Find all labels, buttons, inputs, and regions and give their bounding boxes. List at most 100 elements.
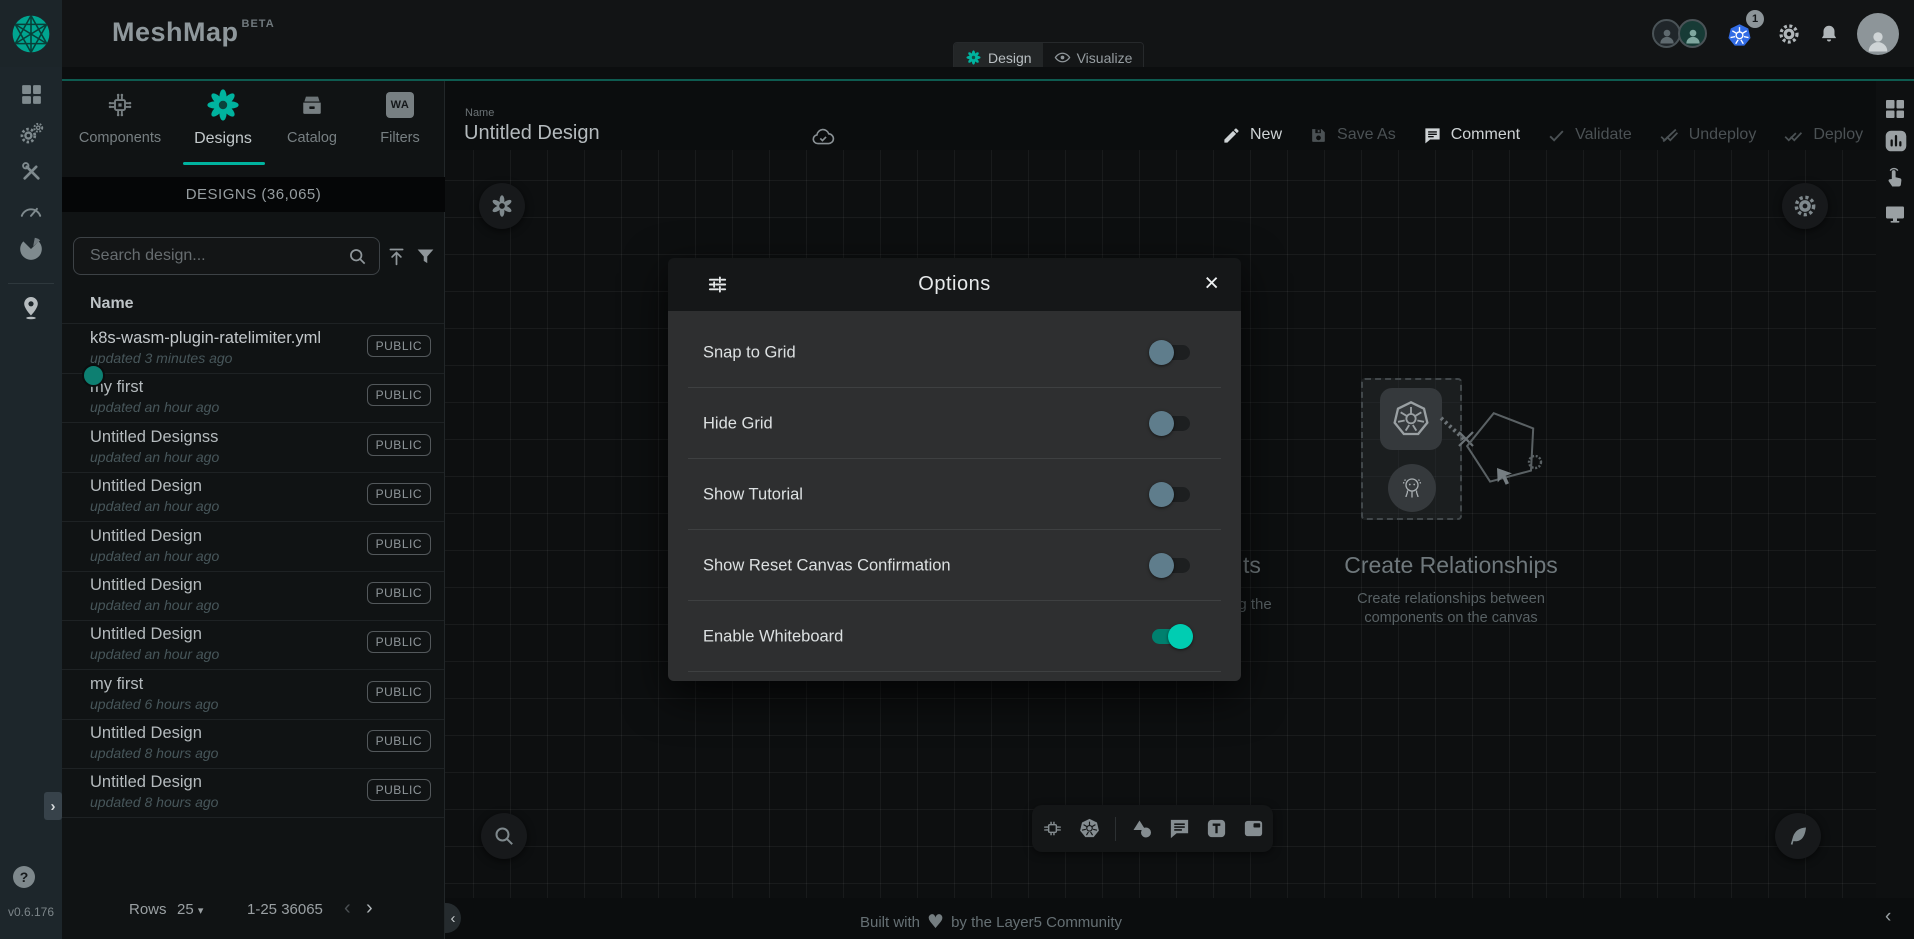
search-icon (347, 246, 368, 267)
design-name-input[interactable] (464, 122, 808, 152)
kubernetes-context-button[interactable]: 1 (1726, 16, 1760, 52)
hide-grid-toggle[interactable] (1152, 416, 1190, 431)
app-title: MeshMapBETA (112, 17, 275, 48)
table-row[interactable]: Untitled Design updated 8 hours ago PUBL… (62, 719, 444, 769)
top-header: MeshMapBETA Design Visualize (0, 0, 1914, 67)
panel-tab-designs[interactable]: Designs (176, 88, 270, 148)
table-row[interactable]: my first updated an hour ago PUBLIC (62, 373, 444, 423)
table-row[interactable]: k8s-wasm-plugin-ratelimiter.yml updated … (62, 324, 444, 374)
table-row[interactable]: Untitled Design updated an hour ago PUBL… (62, 522, 444, 572)
expand-right-handle[interactable]: ‹ (1885, 906, 1891, 928)
table-row[interactable]: Untitled Designss updated an hour ago PU… (62, 423, 444, 473)
sidebar-item-lifecycle[interactable] (0, 120, 62, 147)
dock-display-icon[interactable] (1883, 202, 1907, 226)
design-name: Untitled Design (90, 576, 202, 595)
canvas-zoom-button[interactable] (481, 813, 527, 859)
meshmap-app: MeshMapBETA Design Visualize (0, 0, 1914, 939)
design-name: my first (90, 675, 143, 694)
option-row: Enable Whiteboard (668, 601, 1241, 672)
prev-page-button[interactable]: ‹ (344, 897, 351, 920)
dock-chart-icon[interactable] (1883, 128, 1909, 154)
design-updated: updated an hour ago (90, 399, 219, 415)
active-tab-underline (183, 162, 265, 165)
help-button[interactable]: ? (13, 866, 35, 888)
notification-bell-icon[interactable] (1818, 23, 1840, 45)
search-input[interactable] (73, 237, 380, 275)
sidebar-item-performance[interactable] (0, 198, 62, 224)
sidebar-item-meshmap[interactable] (0, 295, 62, 321)
gear-icon (1792, 193, 1818, 219)
show-tutorial-toggle[interactable] (1152, 487, 1190, 502)
shapes-tool-icon[interactable] (1130, 817, 1154, 841)
user-avatar[interactable] (1857, 13, 1899, 55)
action-label: Comment (1451, 126, 1520, 144)
version-label: v0.6.176 (0, 905, 62, 919)
table-row[interactable]: Untitled Design updated an hour ago PUBL… (62, 571, 444, 621)
action-label: Validate (1575, 126, 1632, 144)
snap-to-grid-toggle[interactable] (1152, 345, 1190, 360)
column-header-name: Name (90, 295, 134, 313)
design-updated: updated an hour ago (90, 646, 219, 662)
panel-tab-filters[interactable]: WA Filters (353, 88, 447, 146)
tab-design-label: Design (988, 50, 1032, 66)
sidebar-item-extensions[interactable] (0, 236, 62, 262)
dock-touch-icon[interactable] (1883, 165, 1907, 189)
components-icon (73, 88, 167, 122)
check-icon (1547, 126, 1566, 145)
save-as-button[interactable]: Save As (1309, 126, 1396, 145)
table-row[interactable]: Untitled Design updated an hour ago PUBL… (62, 472, 444, 522)
avatar[interactable] (1678, 19, 1707, 48)
collaborator-avatars[interactable] (1652, 18, 1709, 49)
canvas-toolbar (1032, 805, 1273, 852)
rows-per-page-select[interactable]: 25 ▾ (177, 901, 203, 918)
accent-divider (62, 79, 1914, 81)
relationship-hint-graphic (1435, 400, 1565, 505)
close-icon[interactable]: × (1204, 269, 1219, 297)
option-row: Show Tutorial (668, 459, 1241, 530)
validate-button[interactable]: Validate (1547, 126, 1632, 145)
comment-tool-icon[interactable] (1168, 817, 1191, 840)
meshery-logo-button[interactable] (0, 0, 62, 67)
pencil-icon (1222, 126, 1241, 145)
table-row[interactable]: my first updated 6 hours ago PUBLIC (62, 670, 444, 720)
kubernetes-tool-icon[interactable] (1078, 817, 1101, 840)
settings-gear-icon[interactable] (1777, 22, 1801, 46)
design-name: Untitled Design (90, 625, 202, 644)
panel-tab-components[interactable]: Components (73, 88, 167, 146)
text-tool-icon[interactable] (1205, 817, 1228, 840)
design-name: Untitled Designss (90, 428, 218, 447)
new-button[interactable]: New (1222, 126, 1282, 145)
comment-button[interactable]: Comment (1423, 126, 1520, 145)
filter-funnel-icon[interactable] (415, 246, 436, 267)
canvas-settings-button[interactable] (1782, 183, 1828, 229)
option-label: Snap to Grid (703, 343, 796, 362)
mesh-gear-icon (489, 193, 515, 219)
relationship-hint-title: Create Relationships (1331, 552, 1571, 579)
canvas-pen-button[interactable] (1775, 813, 1821, 859)
undeploy-button[interactable]: Undeploy (1659, 126, 1757, 145)
enable-whiteboard-toggle[interactable] (1152, 629, 1190, 644)
panel-expand-handle[interactable]: › (44, 792, 62, 820)
table-row[interactable]: Untitled Design updated an hour ago PUBL… (62, 620, 444, 670)
media-tool-icon[interactable] (1242, 817, 1265, 840)
caret-down-icon: ▾ (198, 905, 204, 917)
canvas-mesh-button[interactable] (479, 183, 525, 229)
next-page-button[interactable]: › (366, 897, 373, 920)
show-reset-canvas-confirmation-toggle[interactable] (1152, 558, 1190, 573)
magnifier-icon (492, 824, 516, 848)
avatar[interactable] (1652, 19, 1681, 48)
upload-icon[interactable] (386, 246, 407, 267)
sidebar-item-dashboard[interactable] (0, 82, 62, 107)
visibility-badge: PUBLIC (367, 631, 431, 653)
table-row[interactable]: Untitled Design updated 8 hours ago PUBL… (62, 768, 444, 818)
heart-icon: ♥ (927, 911, 944, 933)
design-name: Untitled Design (90, 527, 202, 546)
panel-tab-catalog[interactable]: Catalog (265, 88, 359, 146)
designs-pinwheel-icon (176, 88, 270, 122)
deploy-button[interactable]: Deploy (1783, 126, 1863, 145)
gauge-icon (18, 198, 44, 224)
dock-dashboard-icon[interactable] (1883, 97, 1907, 121)
add-component-icon[interactable] (1041, 817, 1064, 840)
catalog-icon (265, 88, 359, 122)
sidebar-item-configuration[interactable] (0, 159, 62, 184)
